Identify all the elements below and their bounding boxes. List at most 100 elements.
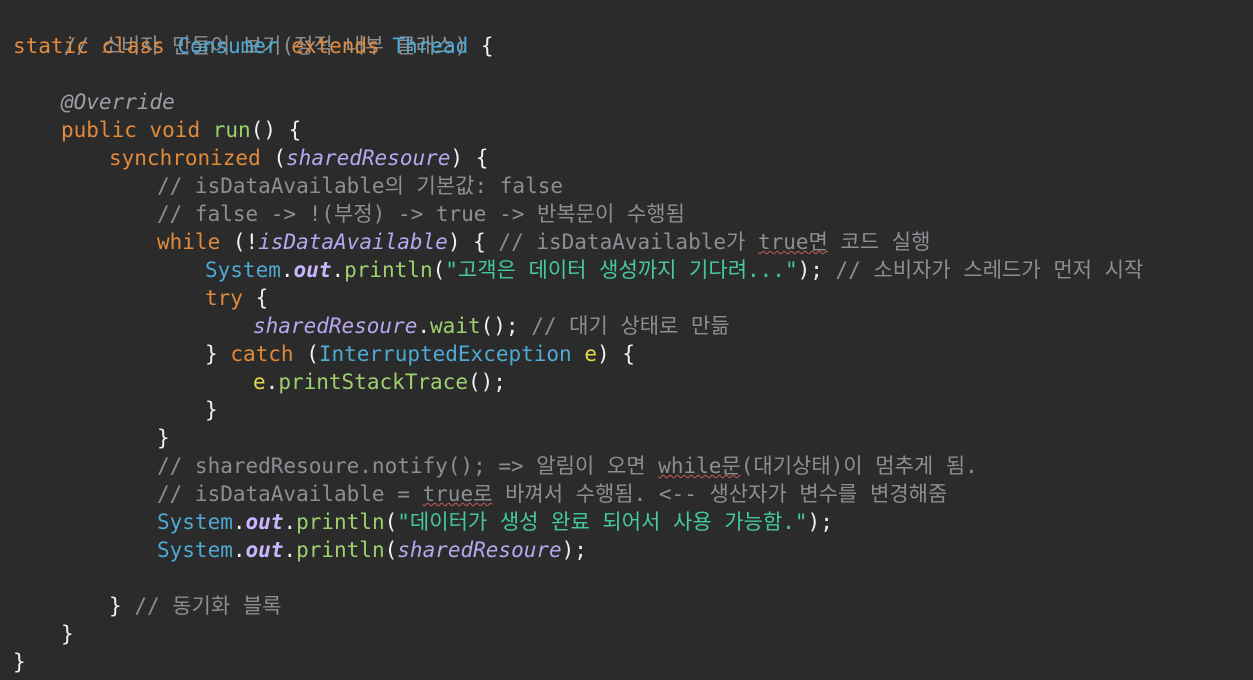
dot: . xyxy=(280,258,294,282)
method-call: wait xyxy=(430,314,481,338)
close-brace: } xyxy=(13,650,26,674)
method-name: run xyxy=(212,118,251,142)
comment: (대기상태)이 멈추게 됨. xyxy=(740,454,978,478)
punctuation: ) { xyxy=(447,230,486,254)
static-field: out xyxy=(293,258,332,282)
type-reference: System xyxy=(205,258,281,282)
static-field: out xyxy=(245,510,284,534)
punctuation: () { xyxy=(250,118,302,142)
comment: 코드 실행 xyxy=(827,230,931,254)
code-line-14[interactable]: e.printStackTrace(); xyxy=(0,368,1253,396)
open-paren: ( xyxy=(384,510,398,534)
dot: . xyxy=(417,314,431,338)
punctuation: ) { xyxy=(597,342,635,366)
dot: . xyxy=(283,538,297,562)
close-brace: } xyxy=(205,342,218,366)
code-line-10[interactable]: System.out.println("고객은 데이터 생성까지 기다려..."… xyxy=(0,256,1253,284)
punctuation: ); xyxy=(797,258,823,282)
field-reference: isDataAvailable xyxy=(258,230,448,254)
code-line-17[interactable]: // sharedResoure.notify(); => 알림이 오면 whi… xyxy=(0,452,1253,480)
comment-spellcheck-word: while문 xyxy=(658,454,741,478)
code-line-5[interactable]: public void run() { xyxy=(0,116,1253,144)
keyword-extends: extends xyxy=(291,34,380,58)
class-name: Consumer xyxy=(177,34,279,58)
keyword-catch: catch xyxy=(230,342,294,366)
comment: // isDataAvailable가 xyxy=(498,230,758,254)
punctuation: (); xyxy=(467,370,506,394)
punctuation: ) { xyxy=(450,146,489,170)
code-line-9[interactable]: while (!isDataAvailable) { // isDataAvai… xyxy=(0,228,1253,256)
punctuation: ); xyxy=(561,538,587,562)
comment: // 대기 상태로 만듦 xyxy=(531,314,730,338)
dot: . xyxy=(331,258,345,282)
code-line-1[interactable]: // 소비자 만들어 보기(정적 내부 클래스) xyxy=(0,4,1253,58)
superclass-name: Thread xyxy=(392,34,469,58)
code-line-11[interactable]: try { xyxy=(0,284,1253,312)
open-paren: ( xyxy=(432,258,446,282)
code-line-12[interactable]: sharedResoure.wait(); // 대기 상태로 만듦 xyxy=(0,312,1253,340)
comment: // false -> !(부정) -> true -> 반복문이 수행됨 xyxy=(157,202,685,226)
close-brace: } xyxy=(61,622,74,646)
punctuation: (); xyxy=(480,314,519,338)
keyword-void: void xyxy=(149,118,201,142)
type-reference: System xyxy=(157,538,233,562)
field-reference: sharedResoure xyxy=(253,314,418,338)
method-call: println xyxy=(296,510,385,534)
code-line-7[interactable]: // isDataAvailable의 기본값: false xyxy=(0,172,1253,200)
keyword-public: public xyxy=(61,118,137,142)
exception-type: InterruptedException xyxy=(318,342,572,366)
string-literal: "고객은 데이터 생성까지 기다려..." xyxy=(445,258,798,282)
code-line-8[interactable]: // false -> !(부정) -> true -> 반복문이 수행됨 xyxy=(0,200,1253,228)
keyword-synchronized: synchronized xyxy=(109,146,261,170)
code-line-23[interactable]: } xyxy=(0,620,1253,648)
annotation: @Override xyxy=(61,90,175,114)
dot: . xyxy=(232,510,246,534)
code-line-15[interactable]: } xyxy=(0,396,1253,424)
string-literal: "데이터가 생성 완료 되어서 사용 가능함." xyxy=(397,510,808,534)
keyword-static: static xyxy=(13,34,89,58)
code-line-24[interactable]: } xyxy=(0,648,1253,676)
code-line-2[interactable]: static class Consumer extends Thread { xyxy=(0,32,1253,60)
code-line-19[interactable]: System.out.println("데이터가 생성 완료 되어서 사용 가능… xyxy=(0,508,1253,536)
open-brace: { xyxy=(255,286,269,310)
code-line-22[interactable]: } // 동기화 블록 xyxy=(0,592,1253,620)
type-reference: System xyxy=(157,510,233,534)
keyword-try: try xyxy=(205,286,243,310)
comment: 바껴서 수행됨. <-- 생산자가 변수를 변경해줌 xyxy=(492,482,948,506)
keyword-while: while xyxy=(157,230,221,254)
comment: // 소비자가 스레드가 먼저 시작 xyxy=(835,258,1144,282)
dot: . xyxy=(232,538,246,562)
comment: // sharedResoure.notify(); => 알림이 오면 xyxy=(157,454,659,478)
comment: // isDataAvailable의 기본값: false xyxy=(157,174,563,198)
close-brace: } xyxy=(205,398,218,422)
method-call: println xyxy=(296,538,385,562)
static-field: out xyxy=(245,538,284,562)
close-brace: } xyxy=(157,426,170,450)
code-line-3[interactable] xyxy=(0,60,1253,88)
code-editor[interactable]: // 소비자 만들어 보기(정적 내부 클래스) static class Co… xyxy=(0,0,1253,680)
keyword-class: class xyxy=(101,34,165,58)
code-line-4[interactable]: @Override xyxy=(0,88,1253,116)
method-call: println xyxy=(344,258,433,282)
dot: . xyxy=(283,510,297,534)
variable-reference: e xyxy=(253,370,266,394)
code-line-16[interactable]: } xyxy=(0,424,1253,452)
code-line-21[interactable] xyxy=(0,564,1253,592)
catch-variable: e xyxy=(584,342,598,366)
code-line-13[interactable]: } catch (InterruptedException e) { xyxy=(0,340,1253,368)
code-line-20[interactable]: System.out.println(sharedResoure); xyxy=(0,536,1253,564)
open-paren-not: (! xyxy=(232,230,259,254)
code-line-18[interactable]: // isDataAvailable = true로 바껴서 수행됨. <-- … xyxy=(0,480,1253,508)
code-line-6[interactable]: synchronized (sharedResoure) { xyxy=(0,144,1253,172)
field-reference: sharedResoure xyxy=(286,146,451,170)
comment: // 동기화 블록 xyxy=(134,594,282,618)
comment-spellcheck-word: true로 xyxy=(422,482,493,506)
comment-spellcheck-word: true면 xyxy=(757,230,828,254)
comment: // isDataAvailable = xyxy=(157,482,423,506)
method-call: printStackTrace xyxy=(278,370,468,394)
open-brace: { xyxy=(480,34,494,58)
close-brace: } xyxy=(109,594,122,618)
punctuation: ); xyxy=(807,510,833,534)
open-paren: ( xyxy=(306,342,319,366)
open-paren: ( xyxy=(273,146,287,170)
